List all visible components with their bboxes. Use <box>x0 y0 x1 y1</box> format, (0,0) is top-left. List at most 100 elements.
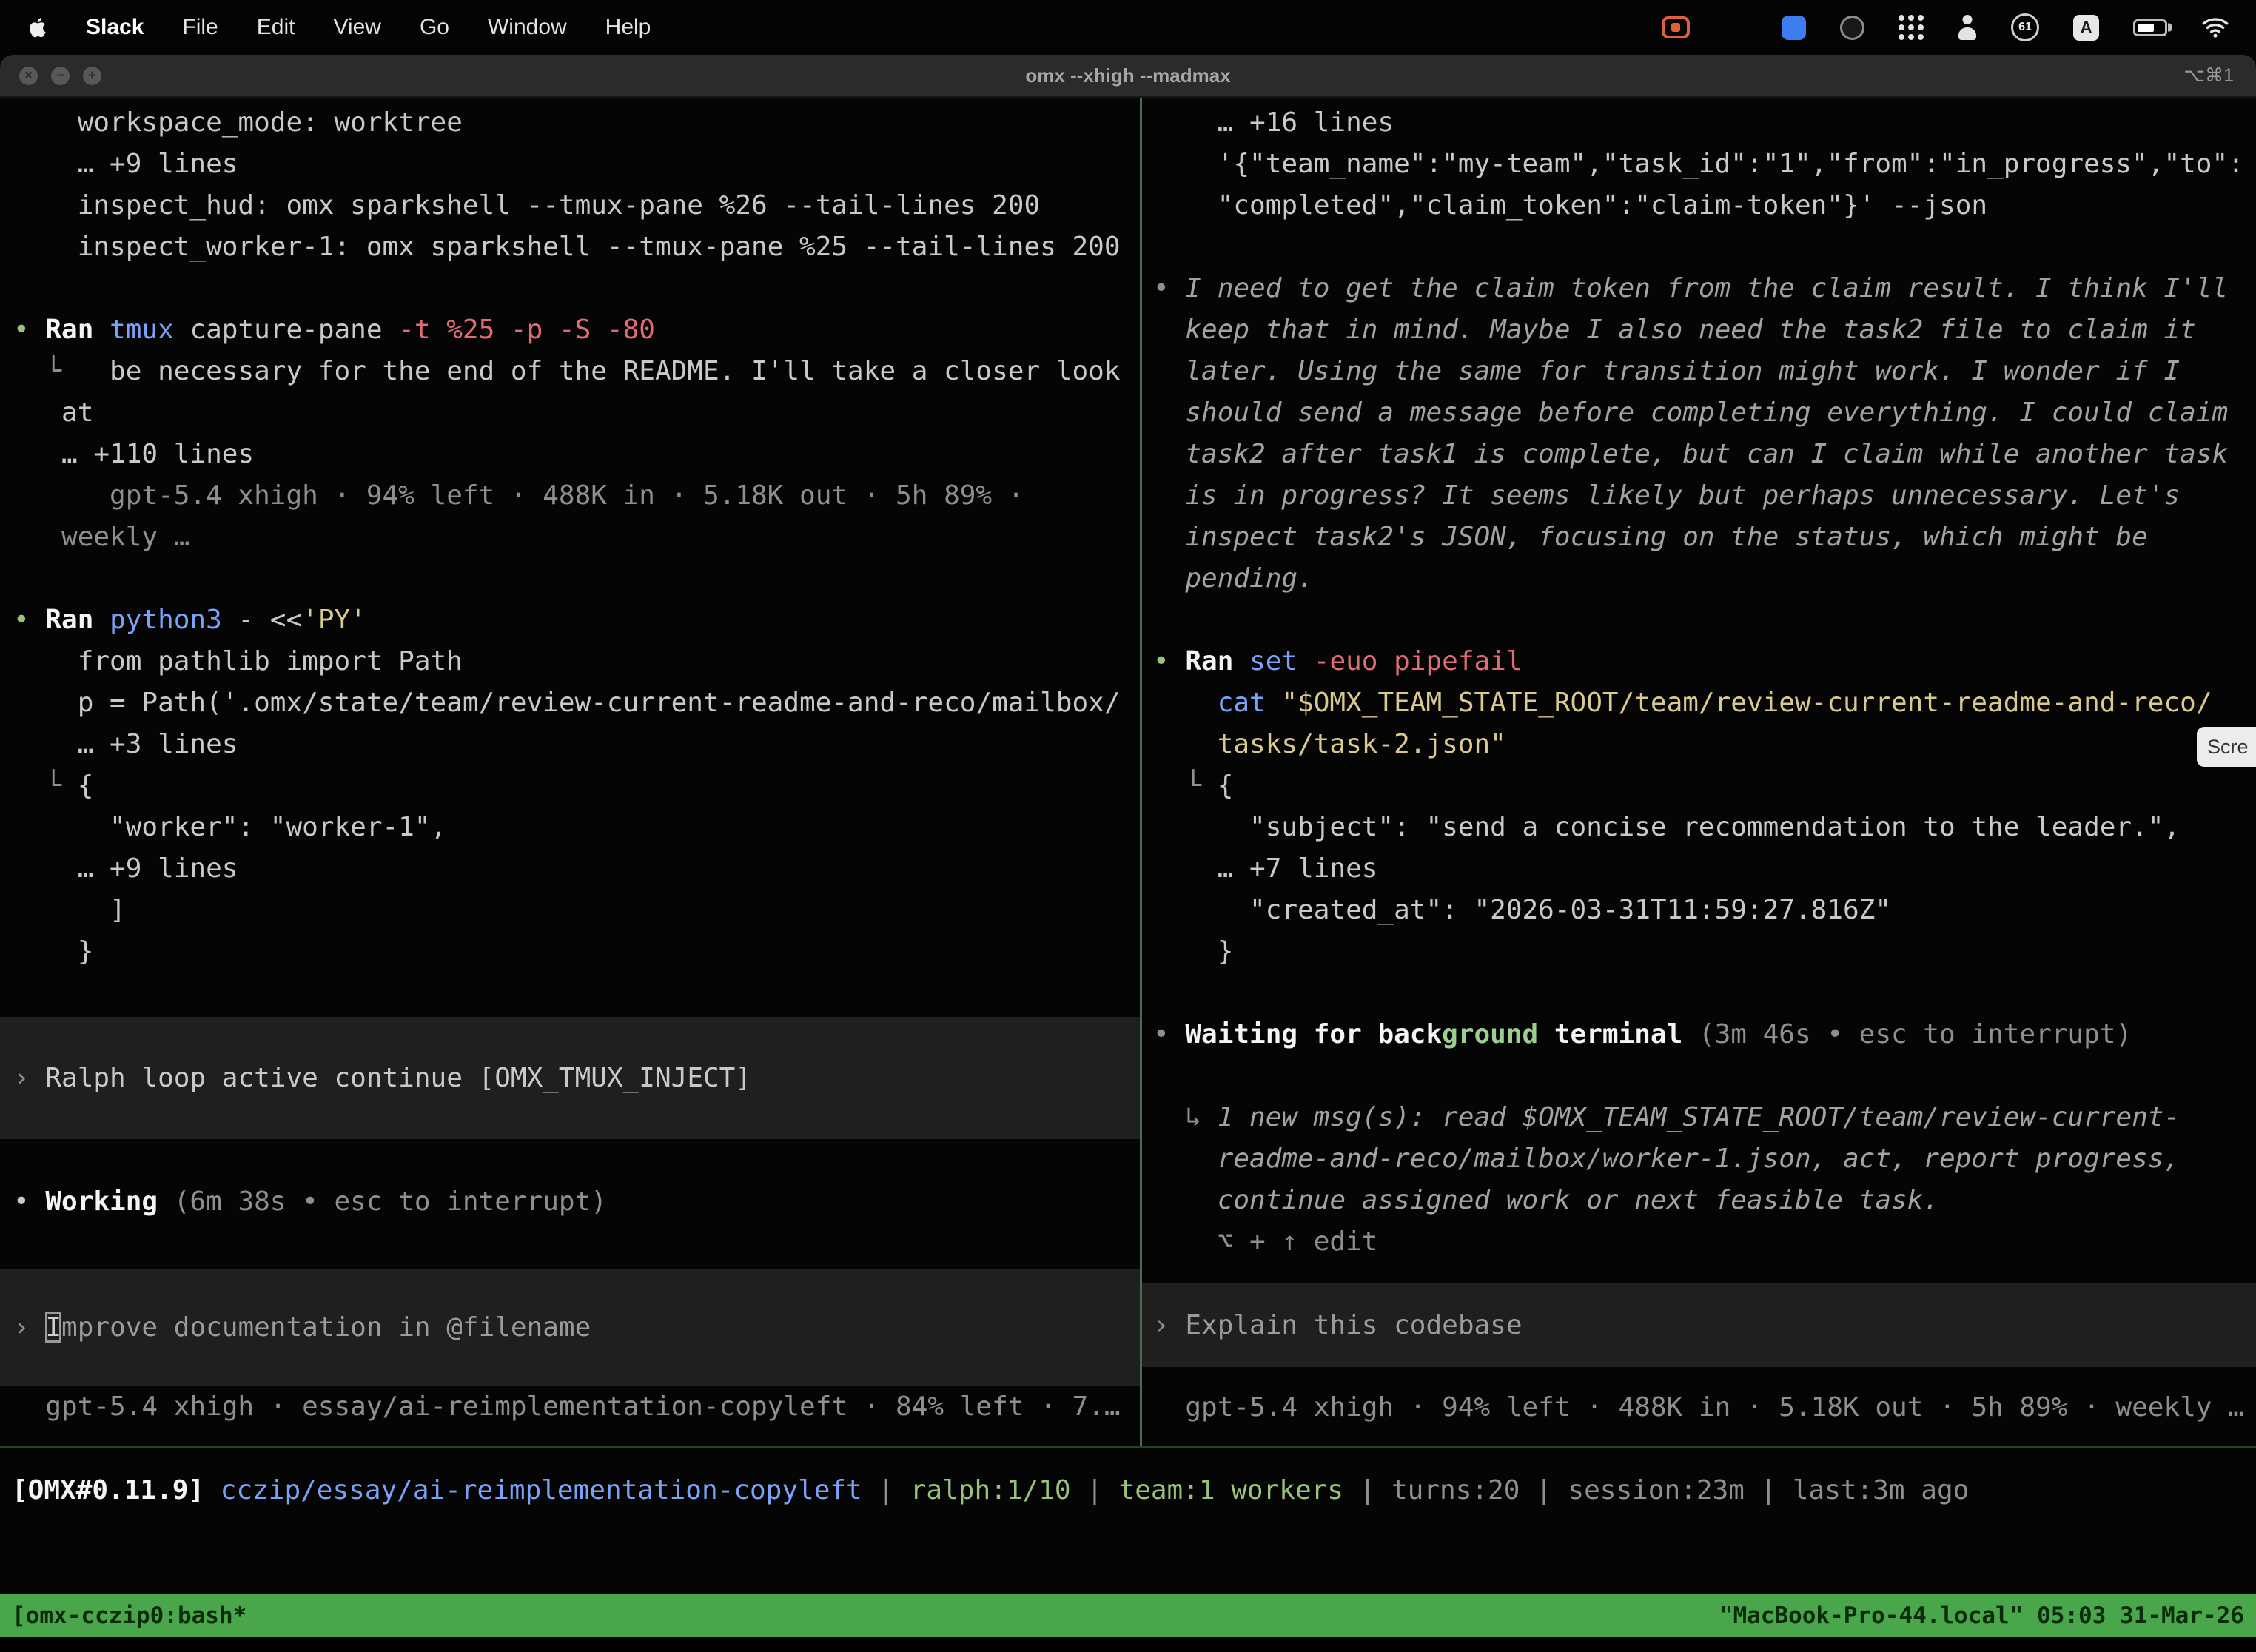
terminal-line: • Ran set -euo pipefail <box>1153 641 2256 682</box>
terminal-line: [OMX#0.11.9] cczip/essay/ai-reimplementa… <box>12 1470 2256 1511</box>
window-controls: × − + <box>19 55 101 96</box>
terminal-line: is in progress? It seems likely but perh… <box>1153 475 2256 517</box>
ralph-loop-banner: › Ralph loop active continue [OMX_TMUX_I… <box>0 1017 1140 1139</box>
terminal-line <box>1153 600 2256 641</box>
terminal-line: p = Path('.omx/state/team/review-current… <box>13 682 1140 724</box>
terminal-line: gpt-5.4 xhigh · 94% left · 488K in · 5.1… <box>13 475 1140 517</box>
terminal-line: continue assigned work or next feasible … <box>1153 1180 2256 1221</box>
terminal-line: ] <box>13 890 1140 931</box>
terminal-line: workspace_mode: worktree <box>13 102 1140 144</box>
maximize-button[interactable]: + <box>83 67 101 85</box>
terminal-line: … +3 lines <box>13 724 1140 765</box>
wifi-icon[interactable] <box>2201 16 2229 38</box>
battery-percent-badge[interactable]: 61 <box>2011 13 2039 41</box>
ralph-loop-text: › Ralph loop active continue [OMX_TMUX_I… <box>0 1058 751 1099</box>
prompt-input-text: › Improve documentation in @filename <box>0 1307 591 1349</box>
input-source-icon[interactable]: A <box>2073 15 2099 41</box>
left-pane-footer: gpt-5.4 xhigh · essay/ai-reimplementatio… <box>0 1386 1140 1428</box>
suggestion-text: › Explain this codebase <box>1142 1305 1523 1346</box>
terminal-line: "subject": "send a concise recommendatio… <box>1153 807 2256 848</box>
menu-view[interactable]: View <box>333 15 380 40</box>
terminal-line: › Explain this codebase <box>1153 1305 1523 1346</box>
desktop: Slack File Edit View Go Window Help 61 A <box>0 0 2256 1652</box>
grid-icon[interactable] <box>1724 18 1748 38</box>
terminal-line: } <box>1153 931 2256 973</box>
left-terminal-pane[interactable]: workspace_mode: worktree … +9 lines insp… <box>0 98 1140 1446</box>
terminal-line: pending. <box>1153 558 2256 600</box>
terminal-line: ↳ 1 new msg(s): read $OMX_TEAM_STATE_ROO… <box>1153 1097 2256 1138</box>
screen-label-overlay[interactable]: Scre <box>2197 727 2256 767</box>
terminal-line: … +16 lines <box>1153 102 2256 144</box>
terminal-line: └ { <box>13 765 1140 807</box>
terminal-line <box>13 268 1140 309</box>
person-icon[interactable] <box>1958 15 1977 40</box>
terminal-line: "completed","claim_token":"claim-token"}… <box>1153 185 2256 226</box>
terminal-line: › Ralph loop active continue [OMX_TMUX_I… <box>13 1058 751 1099</box>
minimize-button[interactable]: − <box>51 67 70 85</box>
menu-go[interactable]: Go <box>420 15 449 40</box>
terminal-line <box>13 558 1140 600</box>
terminal-line: from pathlib import Path <box>13 641 1140 682</box>
menu-bar: Slack File Edit View Go Window Help 61 A <box>0 0 2256 55</box>
window-title: omx --xhigh --madmax <box>1025 64 1230 87</box>
terminal-line: … +7 lines <box>1153 848 2256 890</box>
terminal-line: • Working (6m 38s • esc to interrupt) <box>13 1181 1140 1223</box>
suggestion-prompt[interactable]: › Explain this codebase <box>1142 1283 2256 1367</box>
menu-file[interactable]: File <box>182 15 218 40</box>
terminal-window: × − + omx --xhigh --madmax ⌥⌘1 workspace… <box>0 55 2256 1652</box>
terminal-line: cat "$OMX_TEAM_STATE_ROOT/team/review-cu… <box>1153 682 2256 724</box>
terminal-line: • Ran python3 - <<'PY' <box>13 600 1140 641</box>
menu-bar-left: Slack File Edit View Go Window Help <box>27 15 651 40</box>
terminal-line: └ { <box>1153 765 2256 807</box>
omx-status-line: [OMX#0.11.9] cczip/essay/ai-reimplementa… <box>0 1448 2256 1511</box>
left-pane-output: workspace_mode: worktree … +9 lines insp… <box>0 102 1140 973</box>
terminal-line <box>1153 1055 2256 1097</box>
terminal-line: should send a message before completing … <box>1153 392 2256 434</box>
window-shortcut-hint: ⌥⌘1 <box>2183 64 2234 87</box>
right-terminal-pane[interactable]: … +16 lines '{"team_name":"my-team","tas… <box>1142 98 2256 1446</box>
terminal-line: gpt-5.4 xhigh · 94% left · 488K in · 5.1… <box>1153 1387 2256 1428</box>
prompt-input[interactable]: › Improve documentation in @filename <box>0 1269 1140 1386</box>
screen-recording-icon[interactable] <box>1662 16 1690 38</box>
omx-status-region: [OMX#0.11.9] cczip/essay/ai-reimplementa… <box>0 1446 2256 1594</box>
terminal-line: … +9 lines <box>13 848 1140 890</box>
terminal-line: '{"team_name":"my-team","task_id":"1","f… <box>1153 144 2256 185</box>
terminal-line: … +9 lines <box>13 144 1140 185</box>
right-pane-output: … +16 lines '{"team_name":"my-team","tas… <box>1142 102 2256 1263</box>
bottom-strip <box>0 1637 2256 1652</box>
terminal-line: later. Using the same for transition mig… <box>1153 351 2256 392</box>
terminal-line: inspect_hud: omx sparkshell --tmux-pane … <box>13 185 1140 226</box>
tmux-status-bar: [omx-cczip0:bash* "MacBook-Pro-44.local"… <box>0 1594 2256 1637</box>
terminal-line: readme-and-reco/mailbox/worker-1.json, a… <box>1153 1138 2256 1180</box>
menu-help[interactable]: Help <box>605 15 651 40</box>
terminal-line: at <box>13 392 1140 434</box>
dots-grid-icon[interactable] <box>1899 15 1924 40</box>
menu-window[interactable]: Window <box>488 15 567 40</box>
blue-app-icon[interactable] <box>1782 16 1806 40</box>
close-button[interactable]: × <box>19 67 38 85</box>
terminal-line: inspect_worker-1: omx sparkshell --tmux-… <box>13 226 1140 268</box>
apple-menu-icon[interactable] <box>27 15 47 40</box>
terminal-line: gpt-5.4 xhigh · essay/ai-reimplementatio… <box>13 1386 1140 1428</box>
terminal-line: inspect task2's JSON, focusing on the st… <box>1153 517 2256 558</box>
right-pane-footer: gpt-5.4 xhigh · 94% left · 488K in · 5.1… <box>1142 1387 2256 1428</box>
terminal-line: "created_at": "2026-03-31T11:59:27.816Z" <box>1153 890 2256 931</box>
terminal-line: └ be necessary for the end of the README… <box>13 351 1140 392</box>
dark-app-icon[interactable] <box>1840 16 1864 40</box>
terminal-line: … +110 lines <box>13 434 1140 475</box>
terminal-line: } <box>13 931 1140 973</box>
terminal-line: › Improve documentation in @filename <box>13 1307 591 1349</box>
terminal-line: • Waiting for background terminal (3m 46… <box>1153 1014 2256 1055</box>
terminal-line: task2 after task1 is complete, but can I… <box>1153 434 2256 475</box>
terminal-line <box>1153 973 2256 1014</box>
battery-icon[interactable] <box>2133 19 2167 36</box>
terminal-line: "worker": "worker-1", <box>13 807 1140 848</box>
menu-bar-status-icons: 61 A <box>1662 13 2229 41</box>
menu-edit[interactable]: Edit <box>257 15 295 40</box>
window-title-bar[interactable]: × − + omx --xhigh --madmax ⌥⌘1 <box>0 55 2256 98</box>
working-status: • Working (6m 38s • esc to interrupt) <box>0 1181 1140 1223</box>
menu-app-name[interactable]: Slack <box>86 15 144 40</box>
tmux-panes: workspace_mode: worktree … +9 lines insp… <box>0 98 2256 1446</box>
terminal-line: ⌥ + ↑ edit <box>1153 1221 2256 1263</box>
tmux-host-clock: "MacBook-Pro-44.local" 05:03 31-Mar-26 <box>1719 1602 2244 1629</box>
